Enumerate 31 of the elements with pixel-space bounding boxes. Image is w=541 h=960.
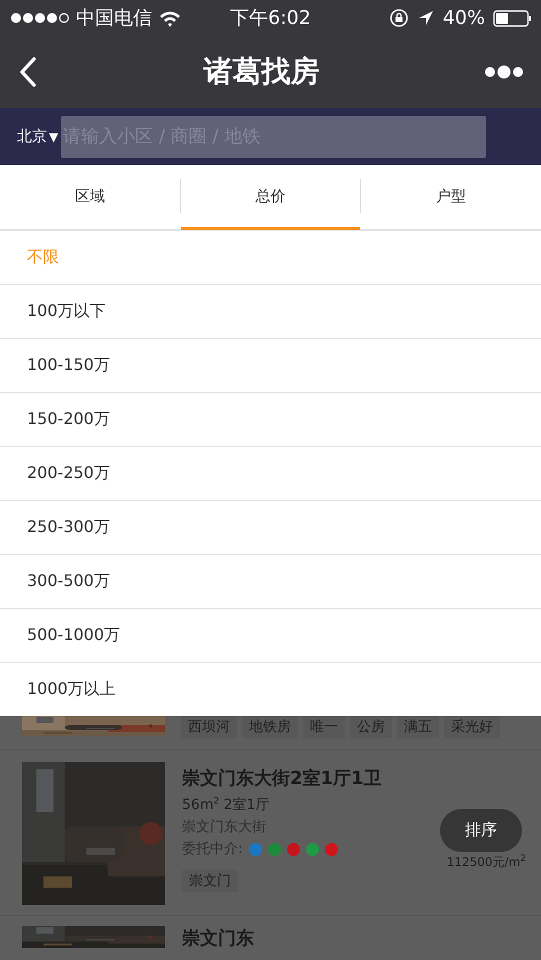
price-option[interactable]: 100万以下 [0, 284, 541, 338]
listing-tag: 公房 [350, 716, 392, 738]
price-option[interactable]: 150-200万 [0, 392, 541, 446]
listing-tag: 满五 [397, 716, 439, 738]
page-title: 诸葛找房 [204, 53, 320, 90]
listing-tag: 崇文门 [182, 870, 238, 892]
carrier-name: 中国电信 [76, 6, 152, 31]
listing-size: 56m$^{2}$ 2室1厅 [182, 796, 270, 814]
filter-tab[interactable]: 区域 [0, 165, 180, 230]
wifi-icon [158, 9, 182, 27]
more-icon[interactable] [485, 63, 523, 81]
battery-percent: 40% [442, 7, 486, 29]
listing-tag: 采光好 [444, 716, 500, 738]
clock-time: 下午6:02 [230, 6, 311, 31]
battery-icon [493, 10, 532, 26]
unit-price: 112500元/m$^{2}$ [446, 854, 526, 871]
price-option[interactable]: 300-500万 [0, 554, 541, 608]
listing-tag: 西坝河 [181, 716, 237, 738]
city-selector[interactable]: 北京▼ [17, 127, 58, 146]
sort-button[interactable]: 排序 [440, 809, 522, 852]
price-option[interactable]: 200-250万 [0, 446, 541, 500]
listing-tag: 地铁房 [242, 716, 298, 738]
price-option[interactable]: 250-300万 [0, 500, 541, 554]
rotation-lock-icon [388, 8, 409, 28]
price-option[interactable]: 100-150万 [0, 338, 541, 392]
filter-tab[interactable]: 户型 [361, 165, 541, 230]
price-option[interactable]: 500-1000万 [0, 608, 541, 662]
location-icon [416, 9, 435, 27]
listing-tag: 唯一 [303, 716, 345, 738]
signal-icon [10, 10, 70, 26]
back-icon[interactable] [18, 56, 38, 88]
